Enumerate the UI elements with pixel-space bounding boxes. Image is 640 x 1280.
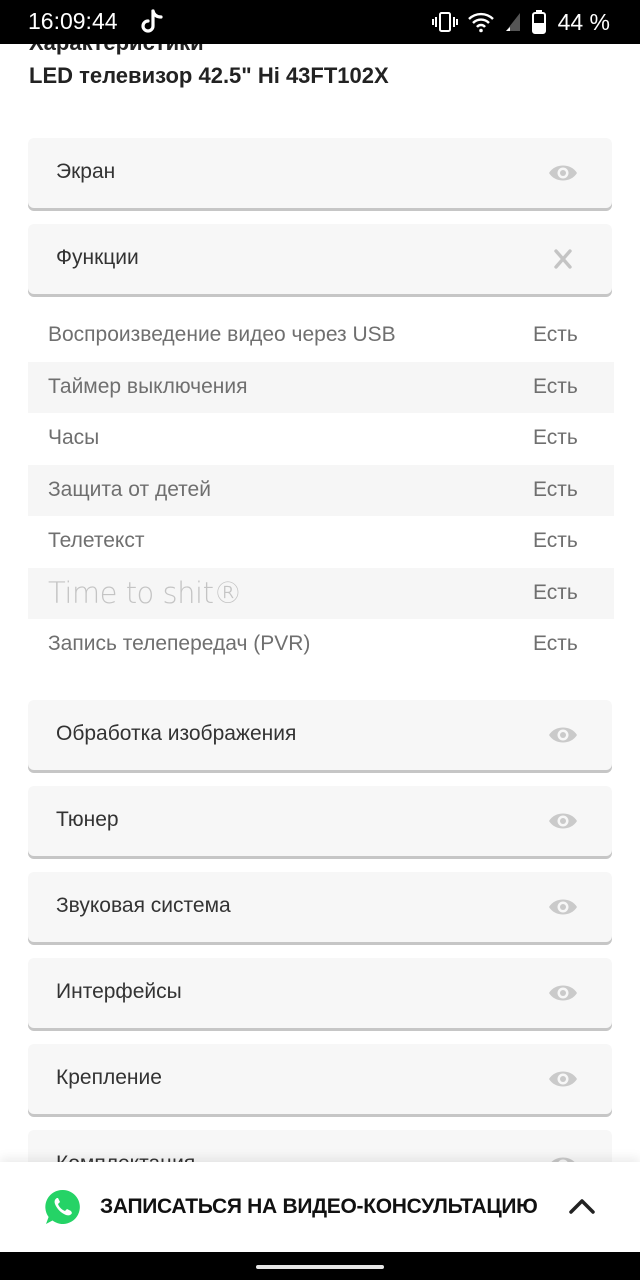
content-area[interactable]: Характеристики LED телевизор 42.5" Hi 43… [0, 44, 640, 1162]
section-label: Интерфейсы [56, 980, 182, 1003]
feature-name: Таймер выключения [48, 374, 248, 398]
section-label: Экран [56, 160, 116, 183]
section-label: Тюнер [56, 808, 119, 831]
section-tuner[interactable]: Тюнер [28, 786, 612, 856]
feature-name: Time to shit® [48, 575, 242, 610]
table-row: Time to shit® Есть [28, 567, 614, 619]
table-row: Запись телепередач (PVR) Есть [28, 619, 614, 671]
section-mounting[interactable]: Крепление [28, 1044, 612, 1114]
section-functions[interactable]: Функции [28, 224, 612, 294]
battery-level: 44 % [557, 8, 610, 35]
feature-value: Есть [533, 529, 578, 552]
feature-name: Часы [48, 426, 100, 449]
section-screen[interactable]: Экран [28, 138, 612, 208]
table-row: Часы Есть [28, 413, 614, 465]
tiktok-icon [141, 9, 163, 33]
close-icon[interactable] [548, 248, 578, 270]
section-label: Обработка изображения [56, 722, 297, 745]
chevron-up-icon[interactable] [568, 1196, 596, 1216]
functions-table: Воспроизведение видео через USB Есть Тай… [28, 310, 614, 671]
section-package-contents[interactable]: Комплектация [28, 1130, 612, 1162]
consultation-link[interactable]: ЗАПИСАТЬСЯ НА ВИДЕО-КОНСУЛЬТАЦИЮ [100, 1162, 538, 1252]
eye-icon[interactable] [548, 1068, 578, 1090]
vibrate-icon [431, 12, 458, 32]
feature-name: Защита от детей [48, 477, 211, 501]
section-label: Комплектация [56, 1130, 195, 1162]
section-label: Крепление [56, 1066, 162, 1089]
feature-value: Есть [533, 632, 578, 655]
battery-icon [531, 10, 546, 34]
wifi-icon [467, 12, 494, 33]
eye-icon[interactable] [548, 1154, 578, 1162]
home-gesture-handle[interactable] [256, 1265, 384, 1269]
eye-icon[interactable] [548, 724, 578, 746]
eye-icon[interactable] [548, 896, 578, 918]
cell-signal-icon [505, 13, 520, 31]
feature-name: Воспроизведение видео через USB [48, 323, 396, 346]
feature-value: Есть [533, 374, 578, 398]
feature-name: Телетекст [48, 529, 145, 552]
section-image-processing[interactable]: Обработка изображения [28, 700, 612, 770]
section-label: Звуковая система [56, 894, 231, 917]
eye-icon[interactable] [548, 982, 578, 1004]
system-icons: 44 % [431, 8, 610, 36]
whatsapp-icon[interactable] [44, 1188, 82, 1226]
navigation-bar [0, 1252, 640, 1280]
page-title: Характеристики [29, 44, 609, 56]
product-title: LED телевизор 42.5" Hi 43FT102X [29, 63, 389, 88]
feature-value: Есть [533, 426, 578, 449]
feature-name: Запись телепередач (PVR) [48, 632, 311, 655]
section-sound-system[interactable]: Звуковая система [28, 872, 612, 942]
video-consultation-bar[interactable]: ЗАПИСАТЬСЯ НА ВИДЕО-КОНСУЛЬТАЦИЮ [0, 1162, 640, 1252]
eye-icon[interactable] [548, 810, 578, 832]
feature-value: Есть [533, 580, 578, 604]
feature-value: Есть [533, 323, 578, 346]
clock: 16:09:44 [28, 8, 118, 34]
feature-value: Есть [533, 477, 578, 501]
table-row: Воспроизведение видео через USB Есть [28, 310, 614, 362]
table-row: Телетекст Есть [28, 516, 614, 568]
table-row: Защита от детей Есть [28, 464, 614, 516]
eye-icon[interactable] [548, 162, 578, 184]
status-bar: 16:09:44 44 % [0, 0, 640, 44]
section-label: Функции [56, 246, 139, 269]
table-row: Таймер выключения Есть [28, 361, 614, 413]
section-interfaces[interactable]: Интерфейсы [28, 958, 612, 1028]
